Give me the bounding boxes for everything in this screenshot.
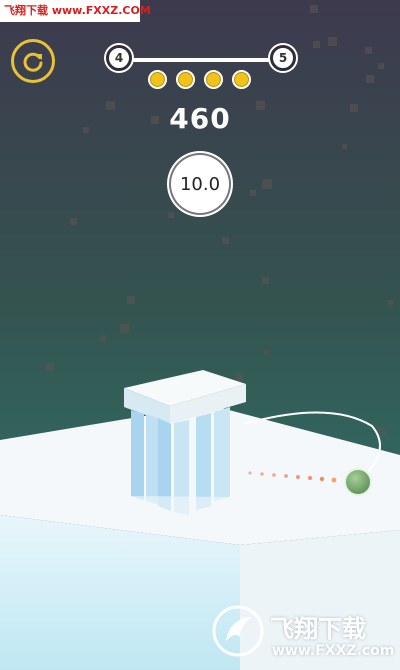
score-counter: 460 bbox=[169, 102, 231, 135]
coin-icon bbox=[204, 70, 223, 89]
level-progress-track bbox=[132, 58, 270, 62]
watermark-url-text: www.FXXZ.com bbox=[272, 643, 395, 659]
watermark-brand-text: 飞翔下载 bbox=[270, 615, 366, 643]
coin-icon bbox=[176, 70, 195, 89]
player-ball[interactable] bbox=[344, 468, 372, 496]
top-watermark: 飞翔下载 www.FXXZ.COM bbox=[0, 0, 151, 22]
current-level-badge: 4 bbox=[106, 45, 132, 71]
collected-coins bbox=[148, 70, 251, 94]
bottom-watermark: 飞翔下载 www.FXXZ.com bbox=[210, 603, 396, 667]
pillar-tower bbox=[124, 370, 246, 515]
coin-icon bbox=[148, 70, 167, 89]
game-scene bbox=[0, 0, 400, 670]
coin-icon bbox=[232, 70, 251, 89]
restart-button[interactable] bbox=[11, 39, 55, 83]
multiplier-badge: 10.0 bbox=[169, 153, 231, 215]
restart-icon bbox=[23, 52, 43, 72]
next-level-badge: 5 bbox=[270, 45, 296, 71]
site-logo-icon bbox=[212, 605, 264, 657]
